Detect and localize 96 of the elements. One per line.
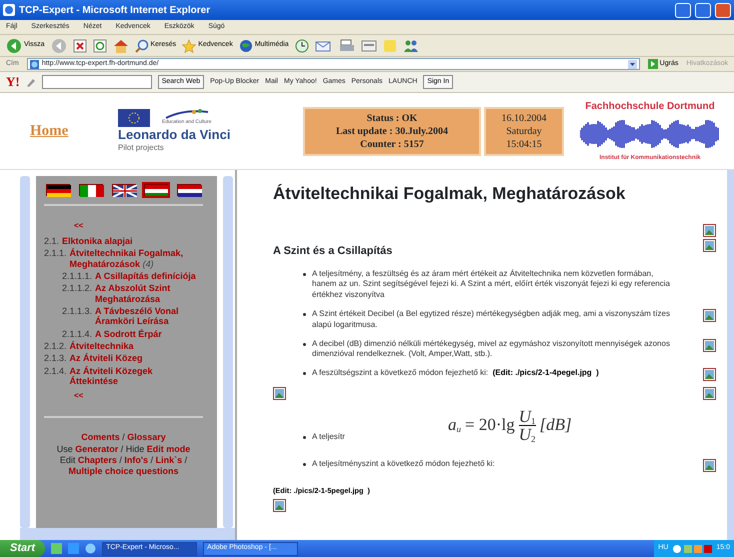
scrollbar[interactable] — [727, 170, 734, 540]
nav-link[interactable]: A Távbeszélő Vonal Áramköri Leírása — [95, 306, 203, 327]
maximize-button[interactable] — [695, 2, 711, 18]
start-button[interactable]: Start — [0, 540, 46, 557]
eu-flag-icon — [118, 108, 150, 126]
star-icon — [182, 38, 196, 52]
browser-icon[interactable] — [85, 543, 96, 554]
bullet-icon — [303, 342, 306, 346]
chapter-number: 2.1.1.4. — [62, 328, 92, 340]
footer-text: / — [121, 432, 126, 442]
home-icon[interactable] — [112, 38, 128, 52]
footer-link[interactable]: Glossary — [127, 432, 166, 442]
footer-text: / Hide — [120, 444, 146, 454]
footer-link[interactable]: Multiple choice questions — [68, 466, 178, 476]
edit-icon[interactable] — [360, 38, 377, 52]
people-icon[interactable] — [402, 38, 419, 52]
nav-link[interactable]: A Sodrott Érpár — [95, 328, 162, 340]
footer-link[interactable]: Generator — [75, 444, 118, 454]
bullet-icon — [303, 312, 306, 316]
tray-icons-drawing — [672, 544, 712, 554]
footer-link[interactable]: Coments — [81, 432, 120, 442]
status-line: Status : OK — [366, 112, 418, 124]
scrollbar[interactable] — [20, 176, 30, 528]
bullet-text: A decibel (dB) dimenzió nélküli mértékegység, mivel az egymáshoz viszonyított mennyiségek azonos dimenzióval rendelkeznek. (Volt, Amper,Watt, stb.). — [312, 338, 670, 358]
bullet-icon — [303, 462, 306, 466]
chapter-number: 2.1.3. — [44, 353, 67, 364]
scrollbar[interactable] — [223, 176, 233, 528]
chapter-number: 2.1. — [44, 236, 60, 246]
footer-link[interactable]: Edit mode — [146, 444, 190, 454]
chapter-number: 2.1.1.2. — [62, 283, 92, 296]
nav-link[interactable]: Az Átviteli Közegek Áttekintése — [70, 366, 203, 386]
page-title: Átviteltechnikai Fogalmak, Meghatározások — [273, 184, 626, 204]
chapter-number: 2.1.1.1. — [62, 271, 92, 282]
mail-icon[interactable] — [314, 38, 333, 52]
nav-link[interactable]: Elktonika alapjai — [62, 236, 133, 246]
chapter-number: 2.1.4. — [44, 366, 67, 378]
bullet-text: A teljesítmény, a feszültség és az áram mért értékeit az Átviteltechnika nem közvetlen formában, hanem az un. Szint segítségével fejezi ki. A Szint a mért, előírt érték viszonyát fejezi ki egy referencia értékhez viszonyítva — [312, 268, 670, 300]
status-line: Last update : 30.July.2004 — [335, 124, 449, 138]
bullet-text: A teljesítményszint a következő módon fejezhető ki: — [312, 458, 495, 468]
bullet-icon — [303, 436, 306, 439]
footer-text: / — [184, 454, 188, 465]
language-flag[interactable] — [144, 184, 168, 196]
page-icon — [30, 60, 39, 68]
back-link[interactable]: << — [74, 220, 203, 232]
footer-text: / — [118, 454, 123, 465]
date-line: 15:04:15 — [505, 138, 543, 150]
home-link[interactable]: Home — [30, 120, 118, 142]
back-link[interactable]: << — [74, 390, 203, 402]
bullet-text: A teljesítr — [312, 432, 346, 443]
nav-link[interactable]: Az Átviteli Közeg — [70, 353, 143, 364]
pencil-icon[interactable] — [26, 77, 36, 87]
browser-icon — [3, 4, 15, 16]
bullet-text: A Szint értékeit Decibel (a Bel egytized része) mértékegységben adják meg, ami a viszonyszám tízes alapú logaritmusa. — [312, 308, 670, 329]
quicklaunch-icon[interactable] — [51, 543, 62, 554]
minimize-button[interactable] — [675, 2, 691, 18]
go-arrow-icon — [648, 59, 658, 69]
close-button[interactable] — [715, 2, 731, 18]
language-flag[interactable] — [78, 184, 103, 196]
footer-link[interactable]: Info's — [124, 454, 148, 465]
search-icon — [134, 38, 148, 52]
school-name: Fachhochschule Dortmund — [585, 100, 715, 114]
date-line: 16.10.2004 — [500, 112, 548, 124]
footer-link[interactable]: Chapters — [78, 454, 117, 465]
program-name: Leonardo da Vinci — [118, 128, 232, 140]
nav-link[interactable]: Átviteltechnika — [70, 341, 134, 352]
footer-text: Use — [56, 444, 74, 454]
footer-text: Edit — [60, 454, 76, 465]
refresh-icon[interactable] — [92, 38, 106, 52]
chapter-number: 2.1.2. — [44, 341, 67, 352]
bullet-text: A feszültségszint a következő módon fejezhető ki: — [312, 368, 488, 378]
history-icon[interactable] — [294, 38, 309, 52]
yahoo-logo[interactable]: Y! — [6, 72, 20, 92]
nav-link[interactable]: Átviteltechnikai Fogalmak, Meghatározások (4) — [70, 248, 203, 270]
edit-note: (Edit: ./pics/2-1-4pegel.jpg ) — [492, 368, 599, 378]
nav-link[interactable]: A Csillapítás definíciója — [95, 271, 196, 282]
footer-link[interactable]: Link`s — [156, 454, 182, 465]
bullet-icon — [303, 372, 306, 376]
footer-text: / — [150, 454, 154, 465]
dropdown-icon — [628, 60, 637, 68]
swoosh-logo-icon — [164, 109, 210, 119]
nav-link[interactable]: Az Abszolút Szint Meghatározása — [95, 283, 203, 304]
status-line: Counter : 5157 — [359, 138, 425, 150]
chapter-number: 2.1.1.3. — [62, 306, 92, 318]
program-subtitle: Pilot projects — [118, 142, 165, 154]
window-title: TCP-Expert - Microsoft Internet Explorer — [19, 4, 212, 18]
yahoo-search-field[interactable] — [42, 75, 152, 89]
date-line: Saturday — [505, 124, 543, 138]
language-flag[interactable] — [177, 184, 201, 196]
section-heading: A Szint és a Csillapítás — [273, 245, 394, 259]
chapter-number: 2.1.1. — [44, 248, 67, 260]
globe-icon — [238, 38, 253, 52]
language-flag[interactable] — [112, 184, 136, 196]
scrollbar[interactable] — [20, 528, 235, 540]
printer-icon[interactable] — [338, 38, 355, 52]
stop-icon[interactable] — [72, 38, 86, 52]
language-flag[interactable] — [46, 184, 70, 196]
